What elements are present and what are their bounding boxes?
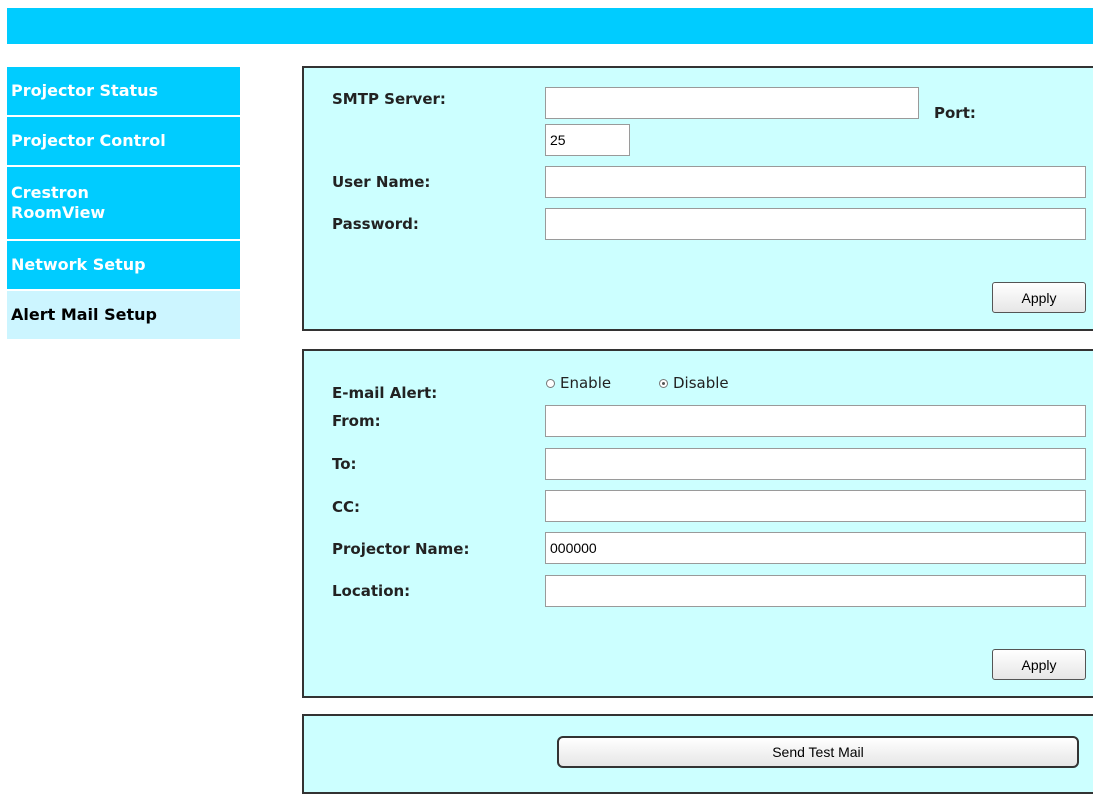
- port-label: Port:: [934, 104, 976, 122]
- to-input[interactable]: [545, 448, 1086, 480]
- username-input[interactable]: [545, 166, 1086, 198]
- to-label: To:: [332, 455, 357, 473]
- cc-input[interactable]: [545, 490, 1086, 522]
- sidebar-item-label: Network Setup: [11, 255, 146, 274]
- alert-apply-button[interactable]: Apply: [992, 649, 1086, 680]
- sidebar-item-crestron-roomview[interactable]: Crestron RoomView: [7, 167, 240, 241]
- sidebar-item-alert-mail-setup[interactable]: Alert Mail Setup: [7, 291, 240, 341]
- alert-settings-panel: E-mail Alert: Enable Disable From: To: C…: [302, 349, 1093, 698]
- password-input[interactable]: [545, 208, 1086, 240]
- top-banner: [7, 8, 1093, 44]
- cc-label: CC:: [332, 498, 361, 516]
- smtp-server-input[interactable]: [545, 87, 919, 119]
- enable-radio-label: Enable: [560, 374, 612, 392]
- sidebar-item-label: Projector Control: [11, 131, 166, 150]
- sidebar-item-label: Alert Mail Setup: [11, 305, 157, 324]
- sidebar-item-projector-control[interactable]: Projector Control: [7, 117, 240, 167]
- location-input[interactable]: [545, 575, 1086, 607]
- username-label: User Name:: [332, 173, 431, 191]
- location-label: Location:: [332, 582, 411, 600]
- projector-name-label: Projector Name:: [332, 540, 470, 558]
- from-input[interactable]: [545, 405, 1086, 437]
- send-test-mail-button[interactable]: Send Test Mail: [557, 736, 1079, 768]
- smtp-server-label: SMTP Server:: [332, 90, 446, 108]
- sidebar-item-label: Crestron RoomView: [11, 183, 106, 222]
- sidebar-item-network-setup[interactable]: Network Setup: [7, 241, 240, 291]
- port-input[interactable]: [545, 124, 630, 156]
- email-alert-label: E-mail Alert:: [332, 384, 438, 402]
- sidebar-nav: Projector Status Projector Control Crest…: [7, 67, 240, 341]
- sidebar-item-projector-status[interactable]: Projector Status: [7, 67, 240, 117]
- disable-radio-option[interactable]: Disable: [659, 374, 729, 392]
- disable-radio-icon[interactable]: [659, 378, 668, 388]
- smtp-apply-button[interactable]: Apply: [992, 282, 1086, 313]
- from-label: From:: [332, 412, 381, 430]
- enable-radio-option[interactable]: Enable: [546, 374, 611, 392]
- smtp-settings-panel: SMTP Server: Port: User Name: Password: …: [302, 66, 1093, 331]
- disable-radio-label: Disable: [673, 374, 729, 392]
- sidebar-item-label: Projector Status: [11, 81, 159, 100]
- enable-radio-icon[interactable]: [546, 378, 555, 388]
- projector-name-input[interactable]: [545, 532, 1086, 564]
- password-label: Password:: [332, 215, 419, 233]
- test-mail-panel: Send Test Mail: [302, 714, 1093, 794]
